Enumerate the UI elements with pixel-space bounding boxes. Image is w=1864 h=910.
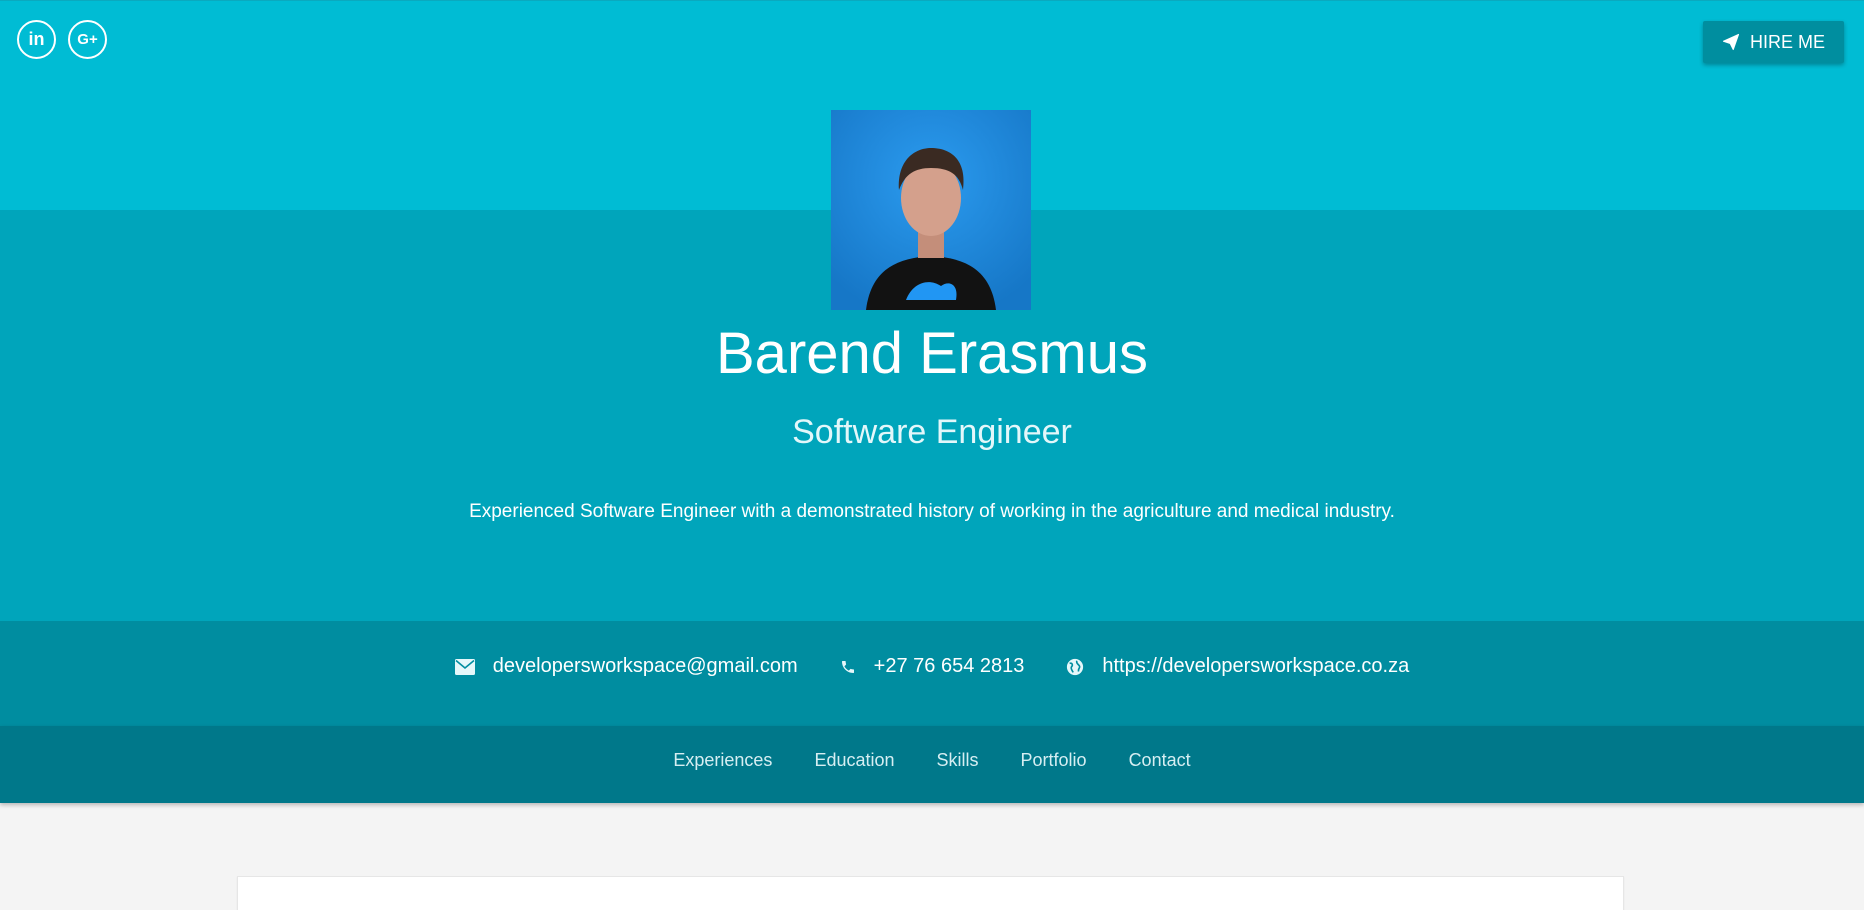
google-plus-button[interactable]: G+ [68,20,107,59]
profile-photo [831,110,1031,310]
content-card [237,876,1624,910]
nav-contact[interactable]: Contact [1129,750,1191,771]
profile-name: Barend Erasmus [716,321,1148,386]
profile-role: Software Engineer [792,413,1072,451]
website-link[interactable]: https://developersworkspace.co.za [1066,655,1409,678]
linkedin-button[interactable]: in [17,20,56,59]
phone-icon [840,658,856,676]
nav-education[interactable]: Education [814,750,894,771]
linkedin-icon: in [28,29,45,49]
envelope-icon [454,658,475,675]
paper-plane-icon [1722,33,1740,51]
contact-info: developersworkspace@gmail.com +27 76 654… [0,655,1864,678]
email-link[interactable]: developersworkspace@gmail.com [454,655,798,678]
email-text: developersworkspace@gmail.com [492,655,798,677]
nav-skills[interactable]: Skills [937,750,979,771]
hire-me-button[interactable]: HIRE ME [1703,21,1844,63]
phone-link[interactable]: +27 76 654 2813 [840,655,1025,678]
section-nav: Experiences Education Skills Portfolio C… [0,750,1864,771]
google-plus-icon: G+ [77,31,98,48]
globe-icon [1066,658,1084,676]
social-links: in G+ [17,20,107,59]
nav-portfolio[interactable]: Portfolio [1021,750,1087,771]
website-text: https://developersworkspace.co.za [1102,655,1410,677]
nav-experiences[interactable]: Experiences [673,750,772,771]
hire-me-label: HIRE ME [1749,31,1825,52]
phone-text: +27 76 654 2813 [873,655,1025,677]
profile-summary: Experienced Software Engineer with a dem… [469,501,1395,522]
